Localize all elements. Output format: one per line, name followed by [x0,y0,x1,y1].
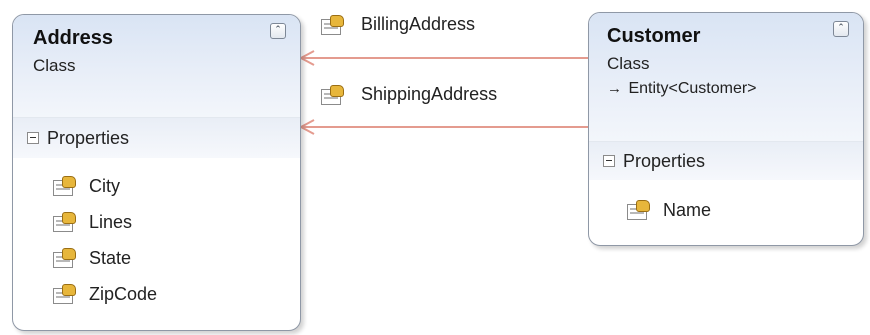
shipping-address-label: ShippingAddress [361,84,498,104]
address-properties-compartment-header[interactable]: Properties [13,117,300,158]
customer-base-class: → Entity<Customer> [607,80,851,98]
customer-class-kind: Class [607,54,650,73]
property-icon [53,248,76,268]
property-icon [321,84,344,105]
customer-properties-label: Properties [623,150,706,171]
property-label: ZipCode [89,283,158,304]
property-item-lines[interactable]: Lines [53,204,300,240]
property-label: Lines [89,211,133,232]
customer-class-header[interactable]: Customer Class → Entity<Customer> ⌃ [589,13,863,141]
customer-class-name: Customer [607,25,701,47]
base-class-name: Entity<Customer> [628,80,757,97]
property-icon [53,284,76,304]
billing-address-label: BillingAddress [361,14,476,34]
property-icon [627,200,650,220]
property-label: City [89,175,120,196]
shipping-address-association[interactable]: ShippingAddress [321,84,497,105]
customer-property-list: Name [589,180,863,228]
collapse-chevron-icon[interactable]: ⌃ [833,21,849,37]
collapse-chevron-icon[interactable]: ⌃ [270,23,286,39]
address-class-shape[interactable]: Address Class ⌃ Properties City Lines St… [12,14,301,331]
property-label: State [89,247,132,268]
class-diagram: Address Class ⌃ Properties City Lines St… [0,0,870,335]
address-class-name: Address [33,27,114,49]
property-item-state[interactable]: State [53,240,300,276]
address-class-kind: Class [33,56,76,75]
property-icon [321,14,344,35]
billing-address-association[interactable]: BillingAddress [321,14,475,35]
minus-box-icon[interactable] [603,155,615,167]
property-label: Name [663,199,712,220]
property-item-name[interactable]: Name [627,192,863,228]
customer-properties-compartment-header[interactable]: Properties [589,141,863,180]
property-item-city[interactable]: City [53,168,300,204]
property-item-zipcode[interactable]: ZipCode [53,276,300,312]
property-icon [53,212,76,232]
address-properties-label: Properties [47,127,130,148]
address-class-header[interactable]: Address Class ⌃ [13,15,300,117]
inheritance-arrow-icon: → [607,80,622,97]
customer-class-shape[interactable]: Customer Class → Entity<Customer> ⌃ Prop… [588,12,864,246]
address-property-list: City Lines State ZipCode [13,158,300,312]
property-icon [53,176,76,196]
minus-box-icon[interactable] [27,132,39,144]
